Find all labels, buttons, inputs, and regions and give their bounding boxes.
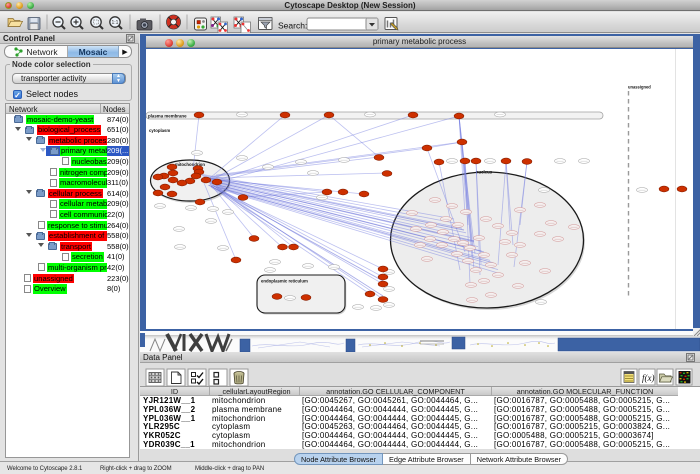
svg-text:nucleus: nucleus [476,170,493,175]
svg-text:1:1: 1:1 [112,20,119,26]
svg-text:plasma membrane: plasma membrane [148,114,187,119]
svg-text:cytoplasm: cytoplasm [149,128,170,133]
svg-text:endoplasmic reticulum: endoplasmic reticulum [261,279,308,284]
svg-text:Search:: Search: [278,21,307,31]
svg-text:f(x): f(x) [642,373,655,383]
svg-text:unassigned: unassigned [628,85,651,90]
